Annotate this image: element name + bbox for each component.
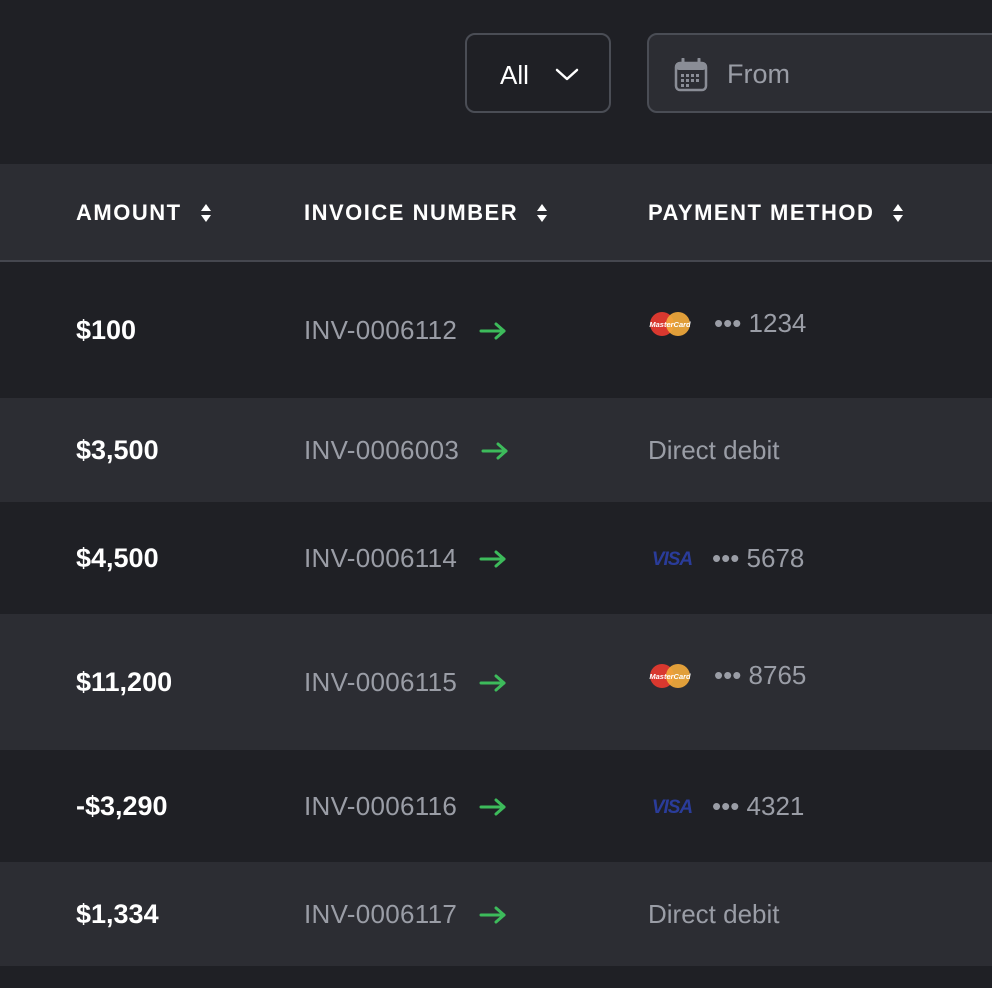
mastercard-logo-icon: MasterCard [649, 663, 691, 688]
invoice-number: INV-0006116 [304, 791, 458, 821]
table-row[interactable]: $100 INV-0006112 MasterCard ••• 1234 [0, 262, 992, 398]
column-header-label: INVOICE NUMBER [304, 200, 519, 225]
amount-cell: $11,200 [76, 667, 173, 697]
invoice-link[interactable]: INV-0006115 [304, 667, 507, 698]
column-header-invoice-number[interactable]: INVOICE NUMBER [304, 200, 548, 226]
payment-method-text: Direct debit [648, 435, 780, 465]
masked-card-number: ••• 4321 [712, 791, 805, 821]
invoice-link[interactable]: INV-0006117 [304, 899, 507, 930]
svg-text:VISA: VISA [652, 797, 693, 817]
column-header-amount[interactable]: AMOUNT [76, 200, 212, 226]
amount-cell: $4,500 [76, 543, 159, 573]
column-header-payment-method[interactable]: PAYMENT METHOD [648, 200, 904, 226]
invoice-number: INV-0006003 [304, 435, 460, 465]
sort-icon [537, 204, 548, 222]
date-from-field[interactable] [647, 33, 992, 113]
calendar-icon [674, 58, 708, 92]
amount-cell: $3,500 [76, 435, 159, 465]
svg-text:VISA: VISA [652, 549, 693, 569]
sort-icon [200, 204, 211, 222]
filter-bar: All [0, 0, 992, 164]
masked-card-number: ••• 8765 [714, 660, 807, 690]
svg-text:MasterCard: MasterCard [649, 672, 691, 681]
payment-method-cell: Direct debit [648, 899, 780, 930]
amount-cell: $1,334 [76, 899, 159, 929]
table-row[interactable]: $3,500 INV-0006003 Direct debit [0, 398, 992, 502]
payment-method-cell: MasterCard ••• 8765 [648, 660, 806, 691]
invoice-link[interactable]: INV-0006112 [304, 315, 507, 346]
invoice-number: INV-0006117 [304, 899, 458, 929]
date-from-input[interactable] [727, 57, 987, 91]
payment-method-cell: VISA ••• 5678 [648, 543, 805, 574]
table-row[interactable]: $1,334 INV-0006117 Direct debit [0, 862, 992, 966]
table-row[interactable]: -$3,290 INV-0006116 VISA ••• 4321 [0, 750, 992, 862]
masked-card-number: ••• 5678 [712, 543, 805, 573]
arrow-right-icon [481, 442, 508, 459]
payment-method-cell: Direct debit [648, 435, 780, 466]
table-row[interactable]: $11,200 INV-0006115 MasterCard ••• 8765 [0, 614, 992, 750]
arrow-right-icon [479, 550, 506, 567]
svg-text:MasterCard: MasterCard [649, 320, 691, 329]
payment-method-cell: MasterCard ••• 1234 [648, 308, 806, 339]
status-select-value: All [500, 60, 529, 90]
visa-logo-icon: VISA [652, 549, 694, 569]
chevron-down-icon [555, 68, 579, 81]
amount-cell: -$3,290 [76, 791, 168, 821]
column-header-label: PAYMENT METHOD [648, 200, 875, 225]
arrow-right-icon [479, 798, 506, 815]
sort-icon [893, 204, 904, 222]
amount-cell: $100 [76, 315, 137, 345]
visa-logo-icon: VISA [652, 797, 694, 817]
table-row[interactable] [0, 966, 992, 988]
table-header: AMOUNT INVOICE NUMBER PAYMENT METHOD [0, 164, 992, 262]
masked-card-number: ••• 1234 [714, 308, 807, 338]
invoice-number: INV-0006114 [304, 543, 458, 573]
table-row[interactable]: $4,500 INV-0006114 VISA ••• 5678 [0, 502, 992, 614]
invoice-link[interactable]: INV-0006116 [304, 791, 507, 822]
mastercard-logo-icon: MasterCard [649, 311, 691, 336]
arrow-right-icon [479, 322, 506, 339]
arrow-right-icon [479, 674, 506, 691]
invoice-number: INV-0006115 [304, 667, 458, 697]
payment-method-text: Direct debit [648, 899, 780, 929]
status-select[interactable]: All [465, 33, 611, 113]
invoice-link[interactable]: INV-0006114 [304, 543, 507, 574]
column-header-label: AMOUNT [76, 200, 182, 225]
invoice-link[interactable]: INV-0006003 [304, 435, 509, 466]
arrow-right-icon [479, 906, 506, 923]
invoice-number: INV-0006112 [304, 315, 458, 345]
payment-method-cell: VISA ••• 4321 [648, 791, 805, 822]
